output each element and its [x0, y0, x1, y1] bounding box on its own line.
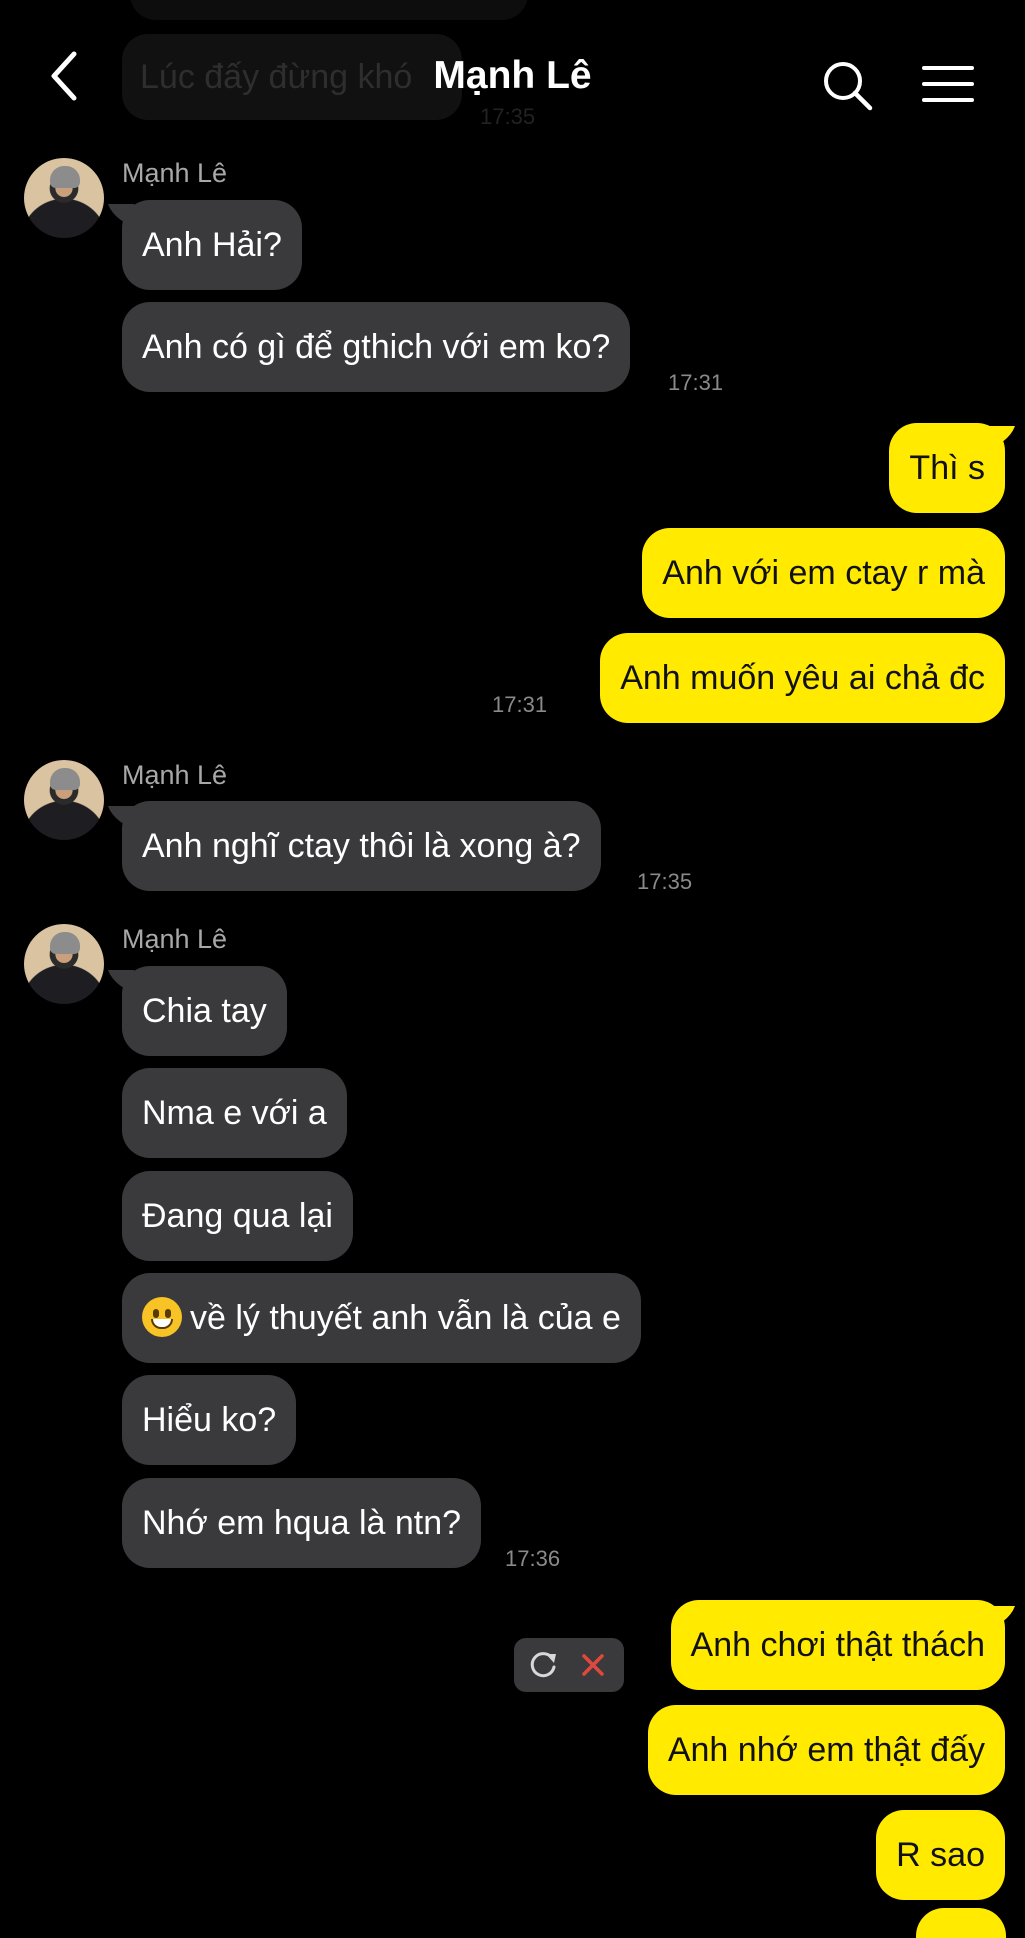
- scrolled-message-bubble-fragment: [130, 0, 528, 20]
- message-text: về lý thuyết anh vẫn là của e: [190, 1299, 621, 1337]
- close-icon: [582, 1654, 604, 1676]
- message-time: 17:36: [505, 1546, 561, 1571]
- chat-header: Lúc đấy đừng khó 17:35 Mạnh Lê: [0, 0, 1025, 140]
- avatar-hat: [50, 932, 80, 954]
- message-bubble-incoming[interactable]: Anh có gì để gthich với em ko?: [122, 302, 631, 392]
- avatar[interactable]: [24, 760, 104, 840]
- retry-button[interactable]: [526, 1648, 560, 1682]
- sender-name: Mạnh Lê: [122, 760, 228, 790]
- search-button[interactable]: [820, 58, 876, 114]
- avatar[interactable]: [24, 924, 104, 1004]
- avatar-hat: [50, 768, 80, 790]
- message-bubble-incoming[interactable]: Nma e với a: [122, 1068, 347, 1158]
- message-time: 17:35: [637, 869, 693, 894]
- message-bubble-outgoing[interactable]: Anh với em ctay r mà: [642, 528, 1005, 618]
- message-bubble-incoming[interactable]: Anh Hải?: [122, 200, 302, 290]
- avatar-hat: [50, 166, 80, 188]
- message-bubble-outgoing[interactable]: Anh muốn yêu ai chả đc: [600, 633, 1005, 723]
- message-bubble-incoming[interactable]: Nhớ em hqua là ntn?: [122, 1478, 482, 1568]
- message-bubble-incoming[interactable]: Đang qua lại: [122, 1171, 353, 1261]
- message-bubble-outgoing[interactable]: Anh nhớ em thật đấy: [647, 1705, 1005, 1795]
- message-bubble-incoming[interactable]: Hiểu ko?: [122, 1375, 297, 1465]
- scrolled-message-time: 17:35: [480, 104, 536, 129]
- message-bubble-incoming[interactable]: Anh nghĩ ctay thôi là xong à?: [122, 801, 601, 891]
- failed-message-actions: [514, 1638, 624, 1692]
- message-bubble-outgoing-partial: [916, 1908, 1006, 1938]
- message-bubble-outgoing[interactable]: R sao: [876, 1810, 1005, 1900]
- avatar[interactable]: [24, 158, 104, 238]
- menu-button[interactable]: [920, 60, 976, 110]
- message-bubble-incoming[interactable]: Chia tay: [122, 966, 287, 1056]
- grinning-face-emoji: [142, 1297, 182, 1338]
- sender-name: Mạnh Lê: [122, 924, 228, 954]
- message-bubble-outgoing[interactable]: Anh chơi thật thách: [670, 1600, 1005, 1690]
- message-bubble-incoming[interactable]: về lý thuyết anh vẫn là của e: [122, 1273, 641, 1363]
- cancel-button[interactable]: [576, 1648, 610, 1682]
- message-time: 17:31: [492, 692, 548, 717]
- search-icon: [824, 62, 873, 111]
- message-time: 17:31: [668, 370, 724, 395]
- message-bubble-outgoing[interactable]: Thì s: [889, 423, 1005, 513]
- retry-icon: [530, 1652, 556, 1678]
- hamburger-menu-icon: [922, 66, 974, 102]
- sender-name: Mạnh Lê: [122, 158, 228, 188]
